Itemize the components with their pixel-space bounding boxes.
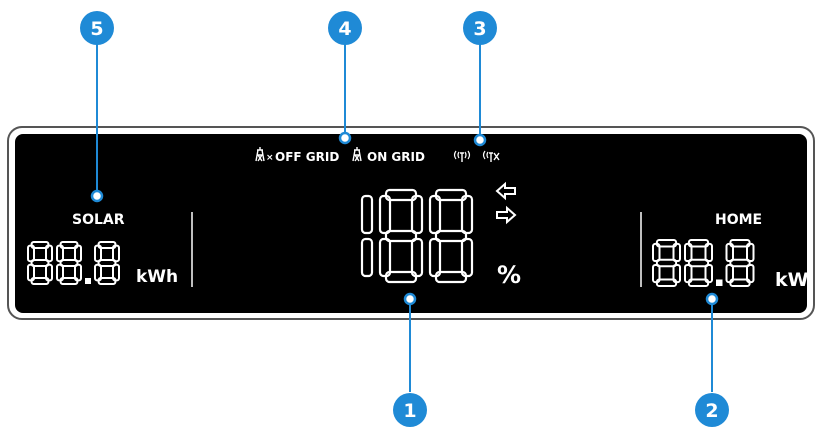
- svg-text:5: 5: [90, 18, 103, 40]
- home-unit: kW: [775, 269, 809, 291]
- solar-unit: kWh: [136, 267, 178, 287]
- callout-5-anchor: [90, 189, 104, 203]
- svg-text:4: 4: [338, 18, 351, 40]
- callout-3-anchor: [473, 133, 487, 147]
- battery-unit: %: [497, 261, 521, 289]
- svg-text:3: 3: [473, 18, 486, 40]
- decimal-point: [716, 279, 723, 286]
- callout-badge-5: 5: [80, 11, 114, 45]
- svg-text:1: 1: [403, 400, 416, 422]
- solar-label: SOLAR: [72, 212, 125, 228]
- on-grid-label: ON GRID: [367, 150, 425, 164]
- svg-text:2: 2: [705, 400, 718, 422]
- decimal-point: [85, 278, 91, 284]
- callout-1-anchor: [403, 292, 417, 306]
- svg-text:×: ×: [266, 153, 274, 163]
- callout-badge-1: 1: [393, 393, 427, 427]
- callout-badge-4: 4: [328, 11, 362, 45]
- callout-badge-3: 3: [463, 11, 497, 45]
- off-grid-label: OFF GRID: [275, 150, 339, 164]
- callout-4-anchor: [338, 131, 352, 145]
- home-label: HOME: [715, 212, 762, 228]
- callout-badge-2: 2: [695, 393, 729, 427]
- diagram-canvas: × OFF GRID ON GRID SOLAR kWh HOME kW % 5…: [7, 11, 815, 427]
- callout-2-anchor: [705, 292, 719, 306]
